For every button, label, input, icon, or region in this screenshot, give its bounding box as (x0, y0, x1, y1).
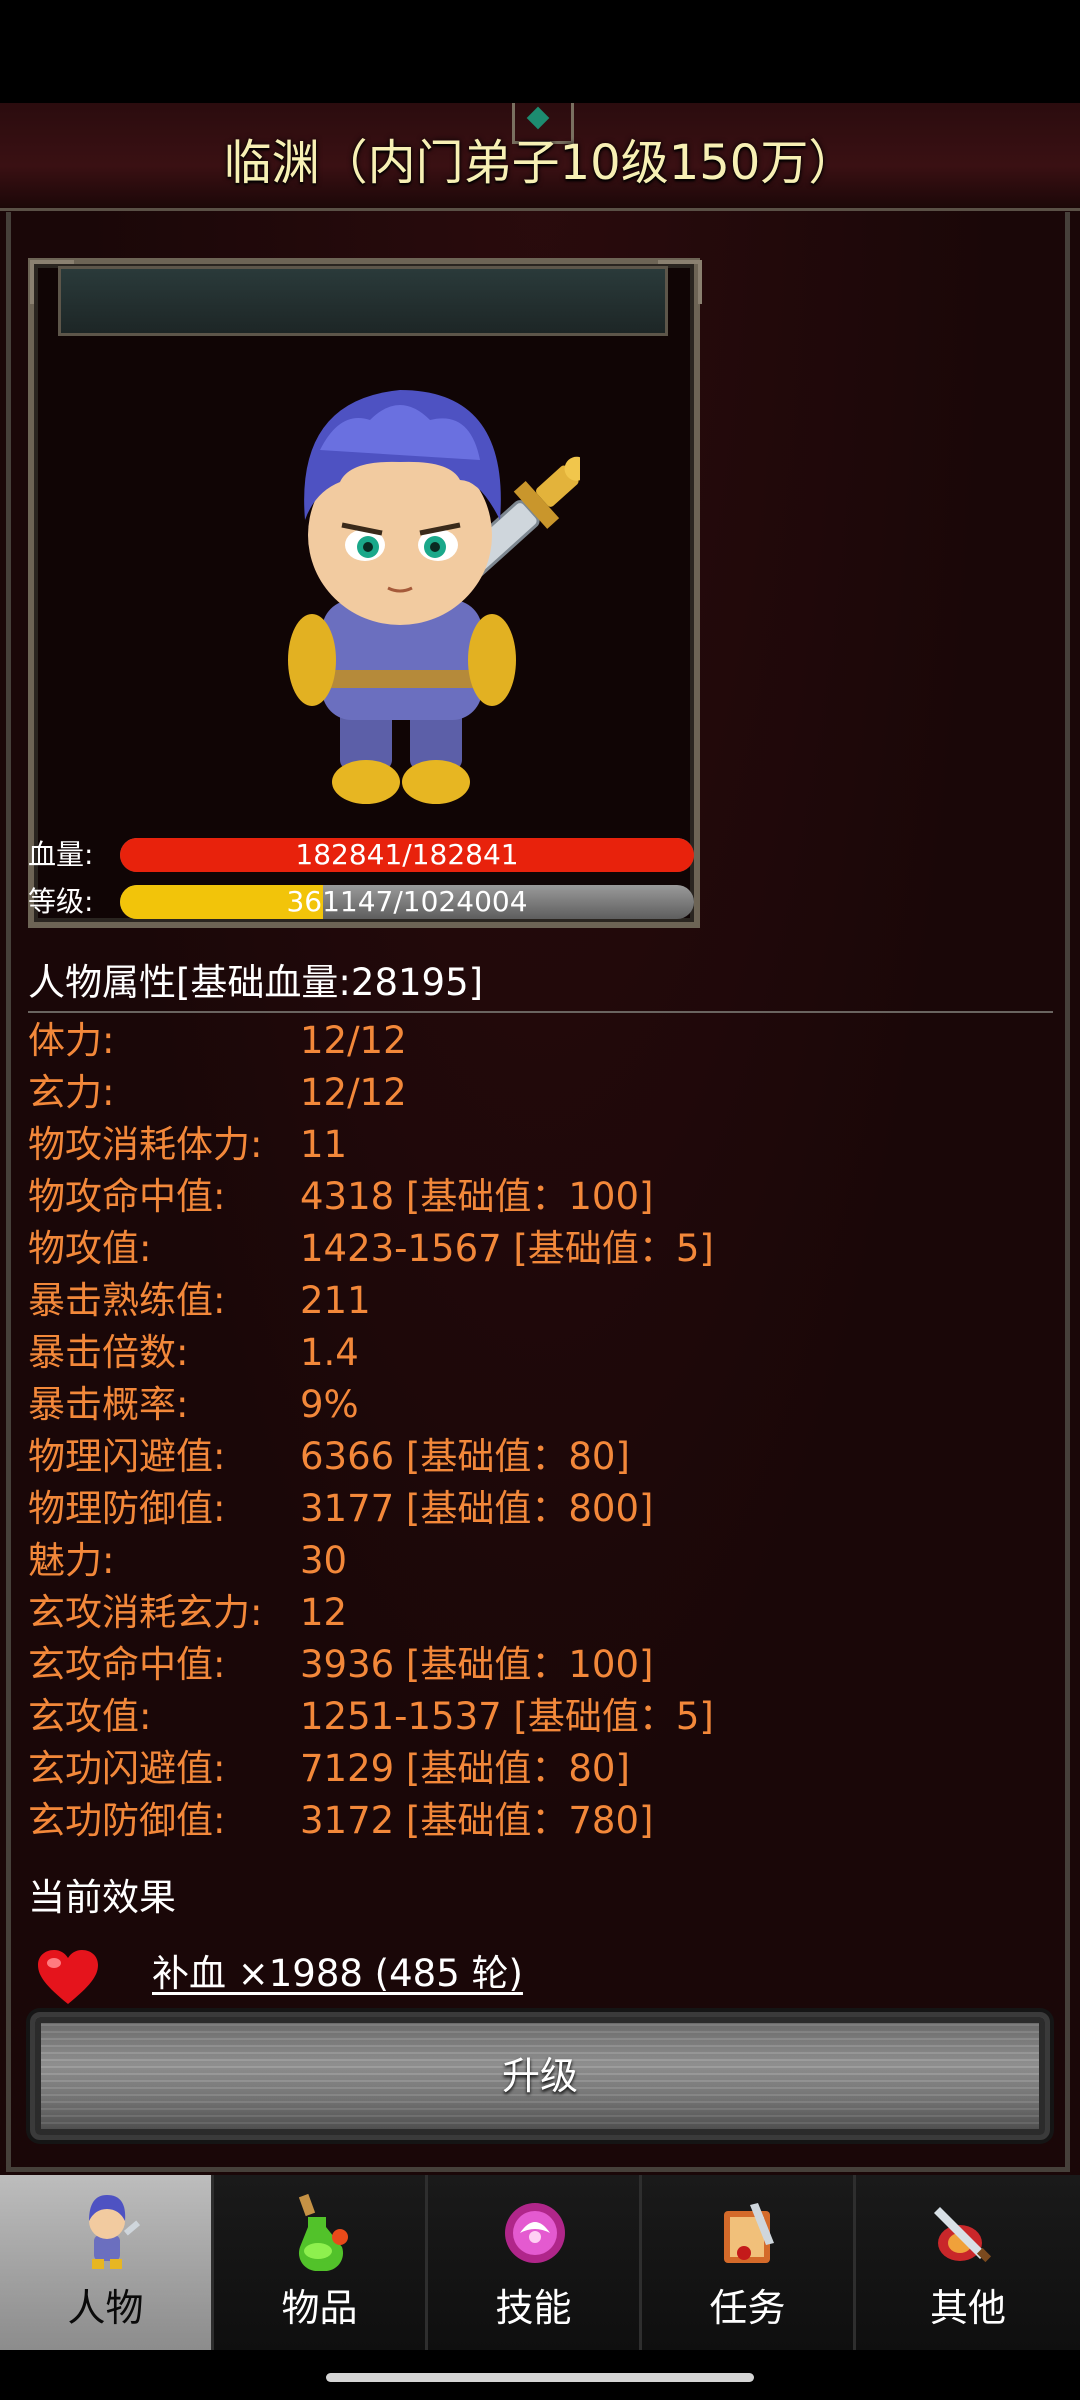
attr-value: 11 (300, 1123, 348, 1166)
attr-value: 3936 [基础值：100] (300, 1643, 654, 1686)
attr-value: 1251-1537 [基础值：5] (300, 1695, 714, 1738)
home-gesture-handle[interactable] (326, 2373, 754, 2382)
attr-name: 暴击熟练值: (28, 1279, 226, 1322)
hp-value: 182841/182841 (295, 838, 519, 871)
tab-label: 其他 (929, 2286, 1006, 2330)
attr-row: 魅力: 30 (28, 1535, 1053, 1587)
skill-orb-icon (505, 2203, 565, 2263)
attr-name: 暴击概率: (28, 1383, 189, 1426)
level-value: 361147/1024004 (286, 885, 528, 918)
attr-value: 12/12 (300, 1071, 407, 1114)
hp-bar: 182841/182841 (120, 838, 694, 872)
tab-quests[interactable]: 任务 (642, 2175, 856, 2350)
status-bar (0, 0, 1080, 103)
attr-row: 物理防御值: 3177 [基础值：800] (28, 1483, 1053, 1535)
upgrade-button-label: 升级 (501, 2054, 578, 2098)
attr-name: 物攻消耗体力: (28, 1123, 263, 1166)
attr-row: 玄力: 12/12 (28, 1067, 1053, 1119)
tab-skills[interactable]: 技能 (428, 2175, 642, 2350)
attr-name: 物理防御值: (28, 1487, 226, 1530)
tab-label: 物品 (281, 2286, 358, 2330)
attr-name: 玄攻值: (28, 1695, 152, 1738)
attr-value: 3177 [基础值：800] (300, 1487, 654, 1530)
attr-name: 物理闪避值: (28, 1435, 226, 1478)
attr-value: 1423-1567 [基础值：5] (300, 1227, 714, 1270)
attr-value: 4318 [基础值：100] (300, 1175, 654, 1218)
tab-label: 任务 (709, 2286, 786, 2330)
level-bar: 361147/1024004 (120, 885, 694, 919)
attr-name: 物攻命中值: (28, 1175, 226, 1218)
tab-character[interactable]: 人物 (0, 2175, 214, 2350)
attr-row: 玄功防御值: 3172 [基础值：780] (28, 1795, 1053, 1847)
tab-items[interactable]: 物品 (214, 2175, 428, 2350)
attr-value: 12/12 (300, 1019, 407, 1062)
level-label: 等级: (28, 885, 94, 918)
quest-scroll-icon (724, 2203, 774, 2263)
character-icon (89, 2195, 141, 2269)
attr-row: 物攻消耗体力: 11 (28, 1119, 1053, 1171)
attr-value: 211 (300, 1279, 371, 1322)
tab-label: 人物 (67, 2286, 144, 2330)
hp-label: 血量: (28, 838, 94, 871)
tab-label: 技能 (495, 2286, 572, 2330)
portrait-banner (58, 266, 668, 336)
heart-icon (38, 1950, 98, 2004)
attr-row: 暴击倍数: 1.4 (28, 1327, 1053, 1379)
potion-icon (298, 2193, 348, 2272)
attr-name: 玄功防御值: (28, 1799, 226, 1842)
attr-name: 玄功闪避值: (28, 1747, 226, 1790)
character-portrait (288, 390, 580, 804)
effects-heading: 当前效果 (28, 1876, 176, 1919)
attr-value: 3172 [基础值：780] (300, 1799, 654, 1842)
attr-value: 1.4 (300, 1331, 359, 1374)
attributes-heading: 人物属性[基础血量:28195] (28, 955, 1053, 1013)
effect-heal-link[interactable]: 补血 ×1988 (485 轮) (152, 1946, 523, 2002)
attr-name: 魅力: (28, 1539, 115, 1582)
attr-row: 物理闪避值: 6366 [基础值：80] (28, 1431, 1053, 1483)
attr-name: 物攻值: (28, 1227, 152, 1270)
bottom-tab-bar: 人物 物品 技能 任务 其他 (0, 2175, 1080, 2350)
attr-value: 12 (300, 1591, 348, 1634)
attributes-list: 体力: 12/12 玄力: 12/12 物攻消耗体力: 11 物攻命中值: 4318 [… (28, 1015, 1053, 1847)
attr-row: 玄攻命中值: 3936 [基础值：100] (28, 1639, 1053, 1691)
page-title: 临渊（内门弟子10级150万） (223, 135, 857, 191)
upgrade-button[interactable]: 升级 (30, 2012, 1050, 2140)
attr-name: 玄力: (28, 1071, 115, 1114)
attr-row: 玄攻消耗玄力: 12 (28, 1587, 1053, 1639)
attr-name: 玄攻命中值: (28, 1643, 226, 1686)
attr-value: 6366 [基础值：80] (300, 1435, 630, 1478)
attr-row: 物攻值: 1423-1567 [基础值：5] (28, 1223, 1053, 1275)
attr-value: 9% (300, 1383, 359, 1426)
sword-shield-icon (934, 2207, 992, 2263)
attr-row: 玄攻值: 1251-1537 [基础值：5] (28, 1691, 1053, 1743)
attr-value: 7129 [基础值：80] (300, 1747, 630, 1790)
attr-row: 玄功闪避值: 7129 [基础值：80] (28, 1743, 1053, 1795)
attr-row: 体力: 12/12 (28, 1015, 1053, 1067)
attr-name: 暴击倍数: (28, 1331, 189, 1374)
tab-other[interactable]: 其他 (856, 2175, 1080, 2350)
frame-corner-ornament (658, 260, 702, 304)
attr-name: 体力: (28, 1019, 115, 1062)
attr-value: 30 (300, 1539, 348, 1582)
attr-name: 玄攻消耗玄力: (28, 1591, 263, 1634)
attr-row: 物攻命中值: 4318 [基础值：100] (28, 1171, 1053, 1223)
attr-row: 暴击熟练值: 211 (28, 1275, 1053, 1327)
attr-row: 暴击概率: 9% (28, 1379, 1053, 1431)
frame-corner-ornament (30, 260, 74, 304)
